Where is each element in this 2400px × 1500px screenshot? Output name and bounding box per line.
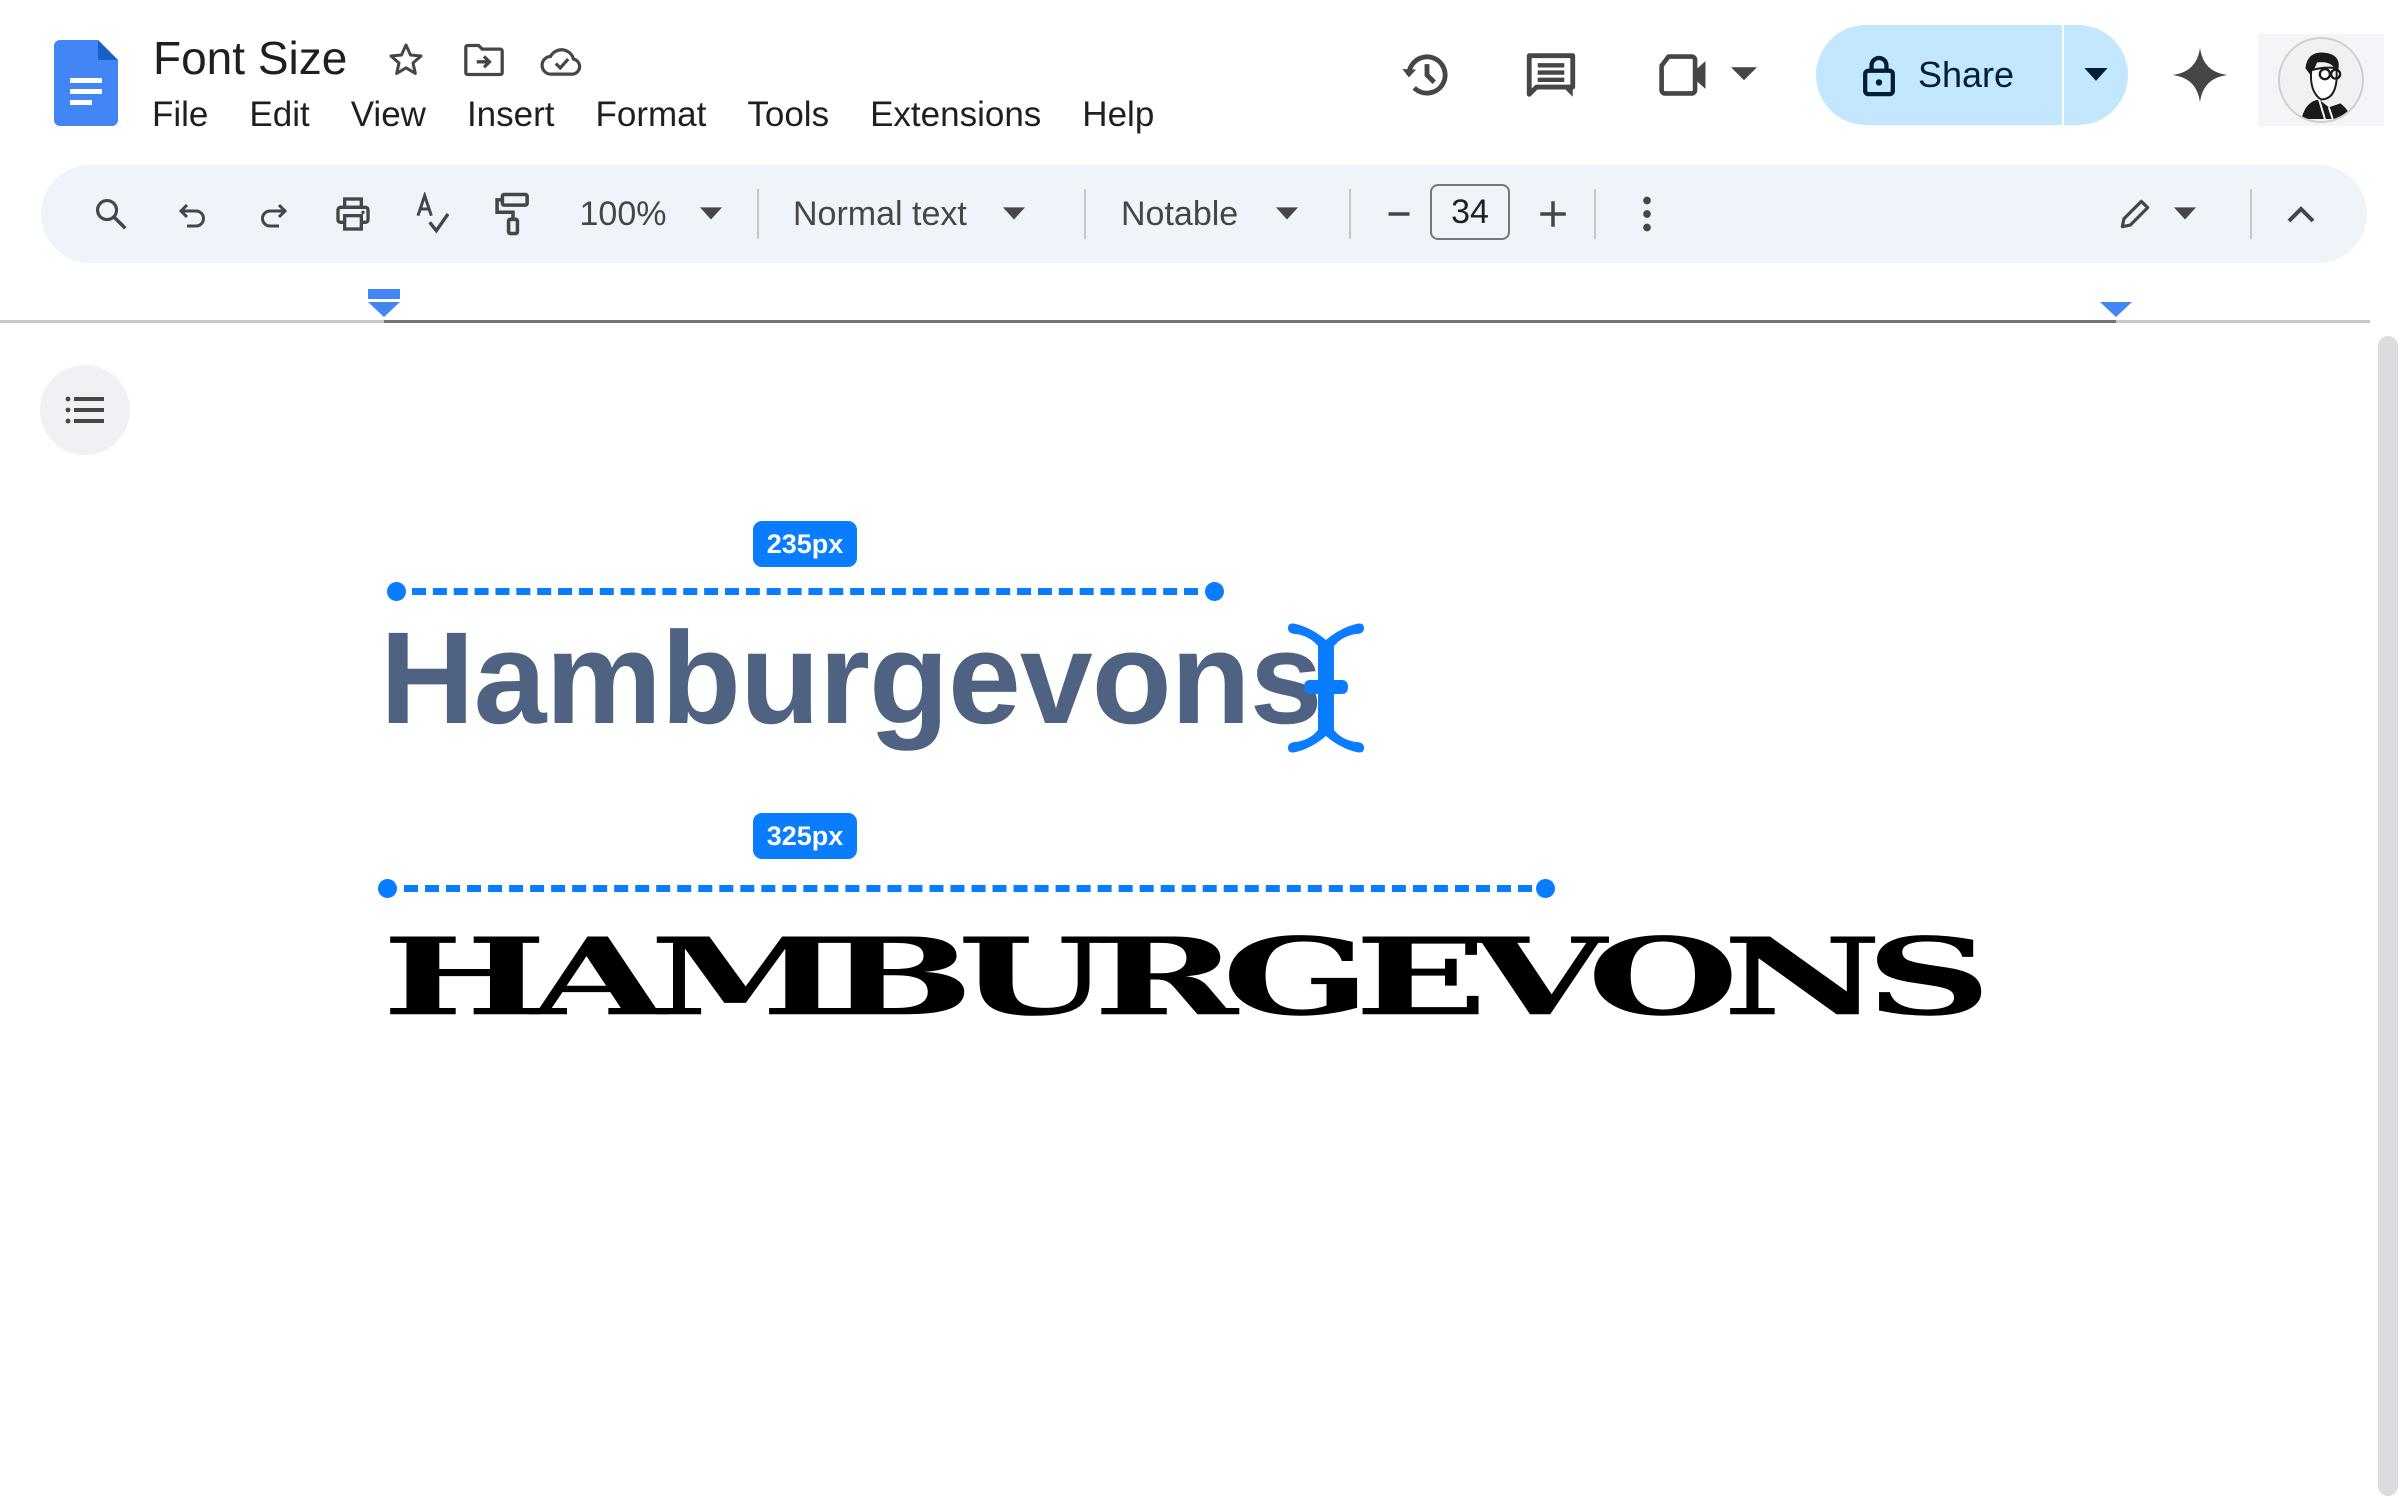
paragraph-style-value: Normal text [793,194,967,233]
chevron-down-icon [1276,207,1299,220]
toolbar: 100% Normal text Notable 34 [41,165,2367,263]
menu-help[interactable]: Help [1070,92,1166,138]
undo-button[interactable] [163,165,223,263]
version-history-icon[interactable] [1392,40,1462,110]
vertical-scrollbar[interactable] [2378,336,2398,1496]
paragraph-style-select[interactable]: Normal text [793,165,1093,263]
first-line-indent-handle[interactable] [368,289,400,299]
spellcheck-icon [416,192,450,234]
more-options-button[interactable] [1617,165,1677,263]
measurement-label: 325px [753,813,857,859]
measurement-dashed-line [404,885,1532,892]
spelling-check-button[interactable] [403,165,463,263]
paint-format-button[interactable] [483,165,543,263]
print-icon [336,197,370,231]
sample-text-regular[interactable]: Hamburgevons [380,598,1323,758]
menu-edit[interactable]: Edit [237,92,321,138]
gemini-sparkle-icon[interactable] [2165,40,2235,110]
cloud-saved-icon[interactable] [536,34,588,86]
list-icon [65,396,104,424]
measurement-dashed-line [412,588,1198,595]
share-dropdown-button[interactable] [2064,25,2128,125]
move-to-folder-icon[interactable] [458,34,510,86]
print-button[interactable] [323,165,383,263]
left-indent-handle[interactable] [368,302,400,317]
font-size-input[interactable]: 34 [1430,184,1510,240]
menu-extensions[interactable]: Extensions [858,92,1053,138]
toolbar-divider [757,189,759,239]
menu-tools[interactable]: Tools [735,92,841,138]
increase-font-size-button[interactable] [1523,165,1583,263]
measurement-end-dot [1536,879,1555,898]
meet-button[interactable] [1652,40,1762,110]
font-select[interactable]: Notable [1121,165,1371,263]
measurement-start-dot [378,879,397,898]
menu-file[interactable]: File [140,92,220,138]
pencil-icon [2120,199,2150,229]
avatar[interactable] [2278,37,2364,123]
lock-icon [1863,55,1895,97]
text-cursor-icon [1280,620,1372,756]
search-menus-button[interactable] [81,165,141,263]
zoom-select[interactable]: 100% [571,165,731,263]
undo-icon [178,203,205,228]
toolbar-divider [2250,189,2252,239]
minus-icon [1388,212,1410,216]
menu-view[interactable]: View [339,92,438,138]
share-main[interactable]: Share [1816,25,2064,125]
hide-menus-button[interactable] [2271,165,2331,263]
decrease-font-size-button[interactable] [1369,165,1429,263]
paint-format-icon [495,192,529,236]
chevron-up-icon [2287,206,2315,223]
document-title[interactable]: Font Size [153,30,347,86]
chevron-down-icon [2174,207,2196,220]
redo-icon [261,203,288,228]
plus-icon [1540,201,1566,227]
meet-icon [1659,54,1706,96]
redo-button[interactable] [243,165,303,263]
title-icons [380,34,588,86]
comments-icon[interactable] [1516,40,1586,110]
toolbar-divider [1594,189,1596,239]
share-button[interactable]: Share [1816,25,2128,125]
zoom-value: 100% [579,194,667,233]
meet-dropdown-icon [1731,67,1757,81]
chevron-down-icon [700,207,723,220]
font-value: Notable [1121,194,1239,233]
search-icon [95,198,127,230]
right-indent-handle[interactable] [2100,302,2132,317]
menu-bar: File Edit View Insert Format Tools Exten… [140,92,1183,138]
share-label: Share [1918,54,2015,95]
star-icon[interactable] [380,34,432,86]
menu-format[interactable]: Format [584,92,719,138]
chevron-down-icon [1002,207,1025,220]
chevron-down-icon [2084,68,2108,81]
account-button[interactable] [2258,34,2384,126]
docs-logo-icon[interactable] [54,40,118,126]
menu-insert[interactable]: Insert [455,92,567,138]
toolbar-divider [1349,189,1351,239]
editing-mode-button[interactable] [2091,165,2221,263]
ruler-text-area [384,320,2116,323]
toolbar-divider [1084,189,1086,239]
document-outline-button[interactable] [40,365,130,455]
more-vert-icon [1643,196,1651,232]
measurement-label: 235px [753,521,857,567]
sample-text-display[interactable]: HAMBURGEVONS [382,924,1992,1031]
